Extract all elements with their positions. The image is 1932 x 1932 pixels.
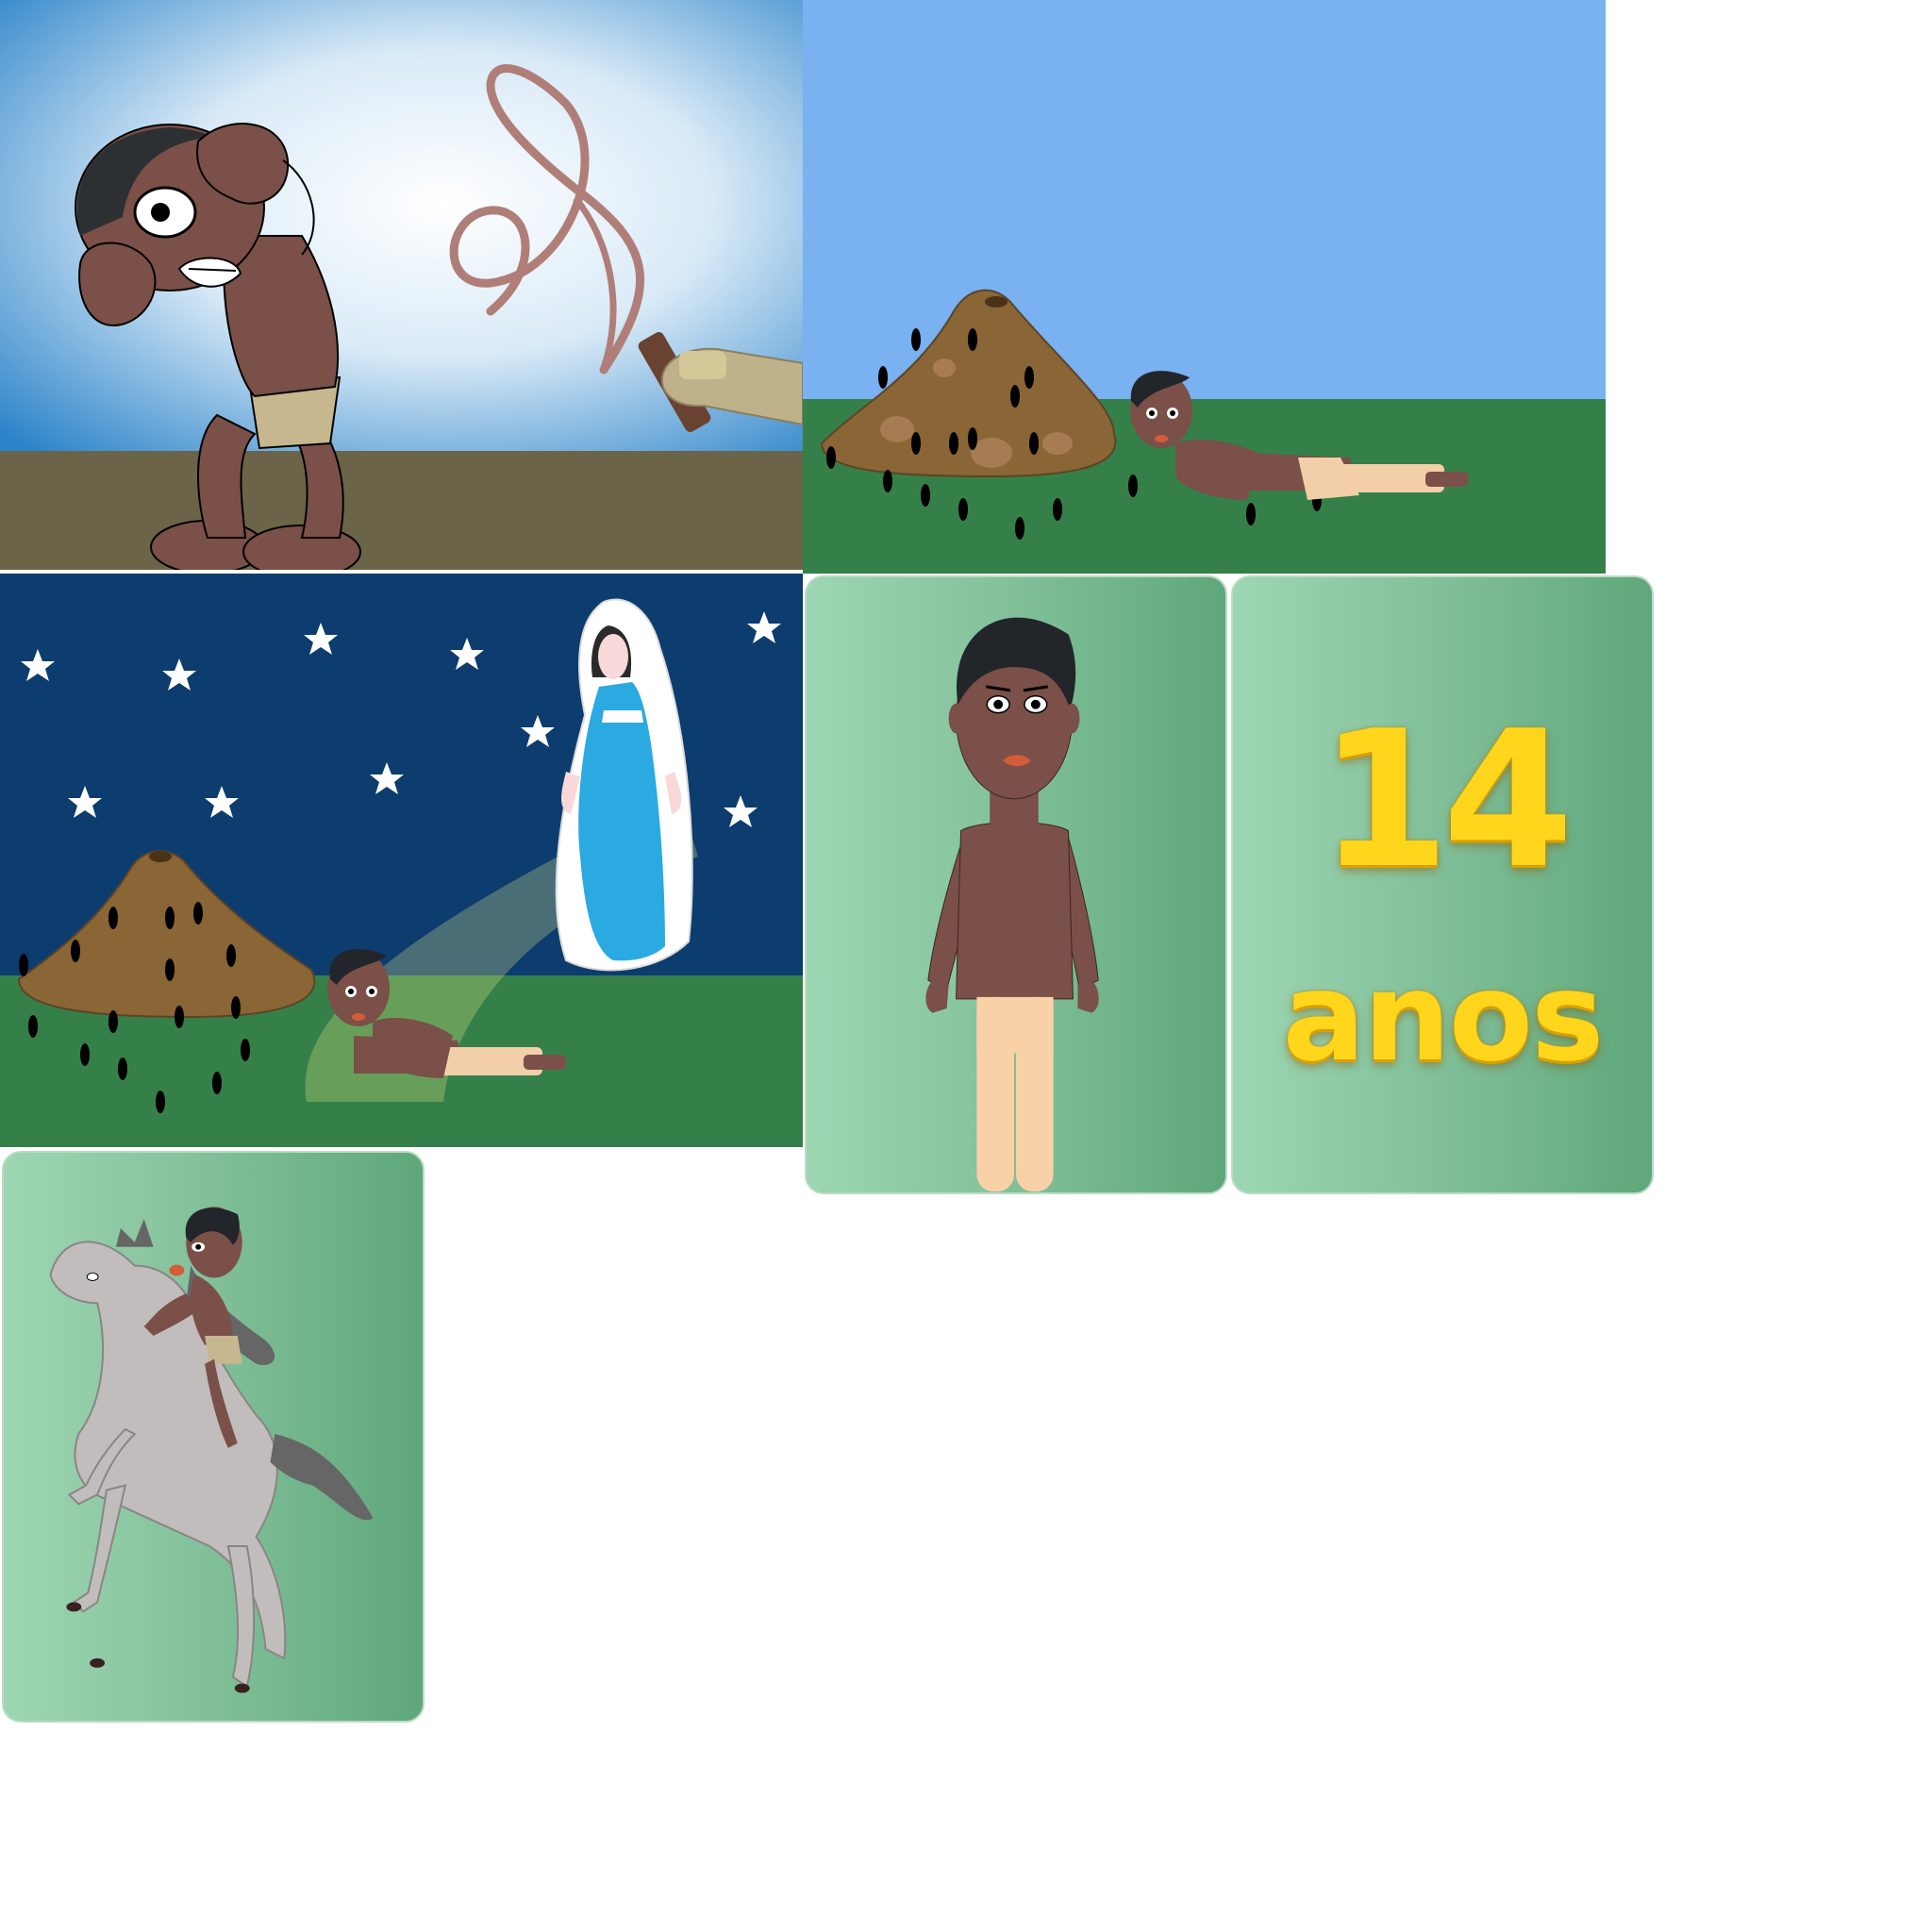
horse-mane <box>115 1219 154 1247</box>
age-unit: anos <box>1282 945 1605 1089</box>
anthill-scene <box>803 0 1606 574</box>
horse-ride-scene <box>2 1151 425 1723</box>
horse-tail <box>270 1434 374 1521</box>
torso <box>956 822 1074 1000</box>
dirt-ground <box>0 451 803 570</box>
day-sky <box>803 0 1606 401</box>
young-man-portrait <box>805 575 1227 1194</box>
age-card: 14 anos <box>1231 575 1654 1194</box>
anthill-day-illustration <box>803 0 1606 574</box>
age-number: 14 <box>1318 691 1574 910</box>
whipping-illustration <box>0 0 803 570</box>
whipping-scene <box>0 0 803 570</box>
horse-ride-illustration <box>49 1207 374 1693</box>
night-vision-scene <box>0 574 803 1147</box>
night-vision-illustration <box>0 574 803 1147</box>
loincloth <box>205 1335 242 1364</box>
standing-young-man <box>925 617 1099 1192</box>
